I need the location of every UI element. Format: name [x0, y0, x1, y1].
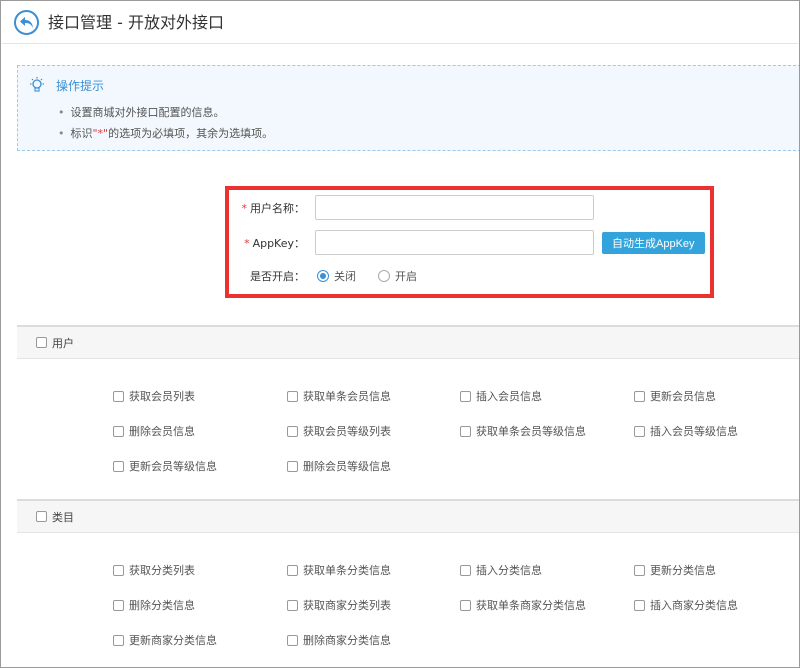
back-arrow-icon — [20, 17, 33, 28]
permission-item[interactable]: 更新会员信息 — [634, 388, 716, 404]
permission-checkbox[interactable] — [287, 634, 298, 646]
permission-label: 获取商家分类列表 — [303, 599, 391, 612]
permission-item[interactable]: 获取会员等级列表 — [287, 423, 391, 439]
permission-checkbox[interactable] — [113, 634, 124, 646]
permission-checkbox[interactable] — [634, 599, 645, 611]
lightbulb-icon — [30, 77, 44, 92]
bullet-icon: • — [58, 106, 65, 119]
permission-item[interactable]: 删除会员信息 — [113, 423, 195, 439]
permission-label: 插入会员信息 — [476, 390, 542, 403]
permission-checkbox[interactable] — [460, 564, 471, 576]
permission-label: 删除会员等级信息 — [303, 460, 391, 473]
permission-checkbox[interactable] — [287, 564, 298, 576]
tips-item-suffix: 的选项为必填项，其余为选填项。 — [108, 127, 274, 140]
tips-item-prefix: 标识 — [70, 127, 93, 140]
back-button[interactable] — [14, 10, 39, 35]
permission-checkbox[interactable] — [287, 460, 298, 472]
tips-header: 操作提示 — [28, 76, 104, 94]
permission-label: 更新分类信息 — [650, 564, 716, 577]
section-header-user[interactable]: 用户 — [17, 325, 799, 359]
permission-item[interactable]: 插入商家分类信息 — [634, 597, 738, 613]
permission-item[interactable]: 获取分类列表 — [113, 562, 195, 578]
permission-checkbox[interactable] — [634, 390, 645, 402]
permission-checkbox[interactable] — [287, 425, 298, 437]
permission-checkbox[interactable] — [460, 425, 471, 437]
permission-item[interactable]: 获取单条会员等级信息 — [460, 423, 586, 439]
app-frame: 接口管理 - 开放对外接口 操作提示 • 设置商城对外接口配置的信息。 • 标识"*… — [0, 0, 800, 668]
permission-label: 更新会员信息 — [650, 390, 716, 403]
permission-checkbox[interactable] — [460, 390, 471, 402]
permission-item[interactable]: 删除商家分类信息 — [287, 632, 391, 648]
permission-item[interactable]: 获取单条分类信息 — [287, 562, 391, 578]
permission-checkbox[interactable] — [460, 599, 471, 611]
permission-label: 获取会员列表 — [129, 390, 195, 403]
tips-item: • 标识"*"的选项为必填项，其余为选填项。 — [58, 125, 273, 141]
permission-item[interactable]: 更新分类信息 — [634, 562, 716, 578]
page-header: 接口管理 - 开放对外接口 — [2, 2, 798, 44]
permission-label: 获取单条会员等级信息 — [476, 425, 586, 438]
permission-label: 获取会员等级列表 — [303, 425, 391, 438]
permission-checkbox[interactable] — [287, 599, 298, 611]
permission-item[interactable]: 获取会员列表 — [113, 388, 195, 404]
tips-item-text: 设置商城对外接口配置的信息。 — [70, 106, 225, 119]
permission-checkbox[interactable] — [634, 425, 645, 437]
permission-item[interactable]: 更新商家分类信息 — [113, 632, 217, 648]
permission-item[interactable]: 插入分类信息 — [460, 562, 542, 578]
permission-label: 获取单条会员信息 — [303, 390, 391, 403]
permission-label: 更新商家分类信息 — [129, 634, 217, 647]
section-label: 类目 — [52, 510, 74, 524]
highlight-box — [225, 186, 714, 298]
permission-item[interactable]: 插入会员等级信息 — [634, 423, 738, 439]
permission-checkbox[interactable] — [113, 564, 124, 576]
permission-checkbox[interactable] — [113, 425, 124, 437]
tips-item: • 设置商城对外接口配置的信息。 — [58, 104, 225, 120]
permission-item[interactable]: 更新会员等级信息 — [113, 458, 217, 474]
permission-label: 获取单条商家分类信息 — [476, 599, 586, 612]
permission-checkbox[interactable] — [634, 564, 645, 576]
tips-panel: 操作提示 • 设置商城对外接口配置的信息。 • 标识"*"的选项为必填项，其余为选填… — [17, 65, 799, 151]
permission-checkbox[interactable] — [287, 390, 298, 402]
page-title: 接口管理 - 开放对外接口 — [48, 13, 224, 32]
permission-item[interactable]: 删除会员等级信息 — [287, 458, 391, 474]
permission-item[interactable]: 获取单条商家分类信息 — [460, 597, 586, 613]
permission-item[interactable]: 获取商家分类列表 — [287, 597, 391, 613]
permission-label: 获取分类列表 — [129, 564, 195, 577]
tips-title: 操作提示 — [56, 78, 105, 93]
section-checkbox[interactable] — [36, 511, 47, 522]
permission-item[interactable]: 删除分类信息 — [113, 597, 195, 613]
permission-label: 插入分类信息 — [476, 564, 542, 577]
permission-label: 删除商家分类信息 — [303, 634, 391, 647]
permission-checkbox[interactable] — [113, 599, 124, 611]
permission-label: 获取单条分类信息 — [303, 564, 391, 577]
permission-label: 删除分类信息 — [129, 599, 195, 612]
section-header-category[interactable]: 类目 — [17, 499, 799, 533]
permission-item[interactable]: 插入会员信息 — [460, 388, 542, 404]
permission-item[interactable]: 获取单条会员信息 — [287, 388, 391, 404]
permission-label: 删除会员信息 — [129, 425, 195, 438]
required-mark-sample: "*" — [92, 127, 109, 140]
permission-label: 插入会员等级信息 — [650, 425, 738, 438]
section-label: 用户 — [52, 336, 74, 350]
permission-checkbox[interactable] — [113, 460, 124, 472]
permission-label: 更新会员等级信息 — [129, 460, 217, 473]
bullet-icon: • — [58, 127, 65, 140]
permission-label: 插入商家分类信息 — [650, 599, 738, 612]
section-checkbox[interactable] — [36, 337, 47, 348]
permission-checkbox[interactable] — [113, 390, 124, 402]
